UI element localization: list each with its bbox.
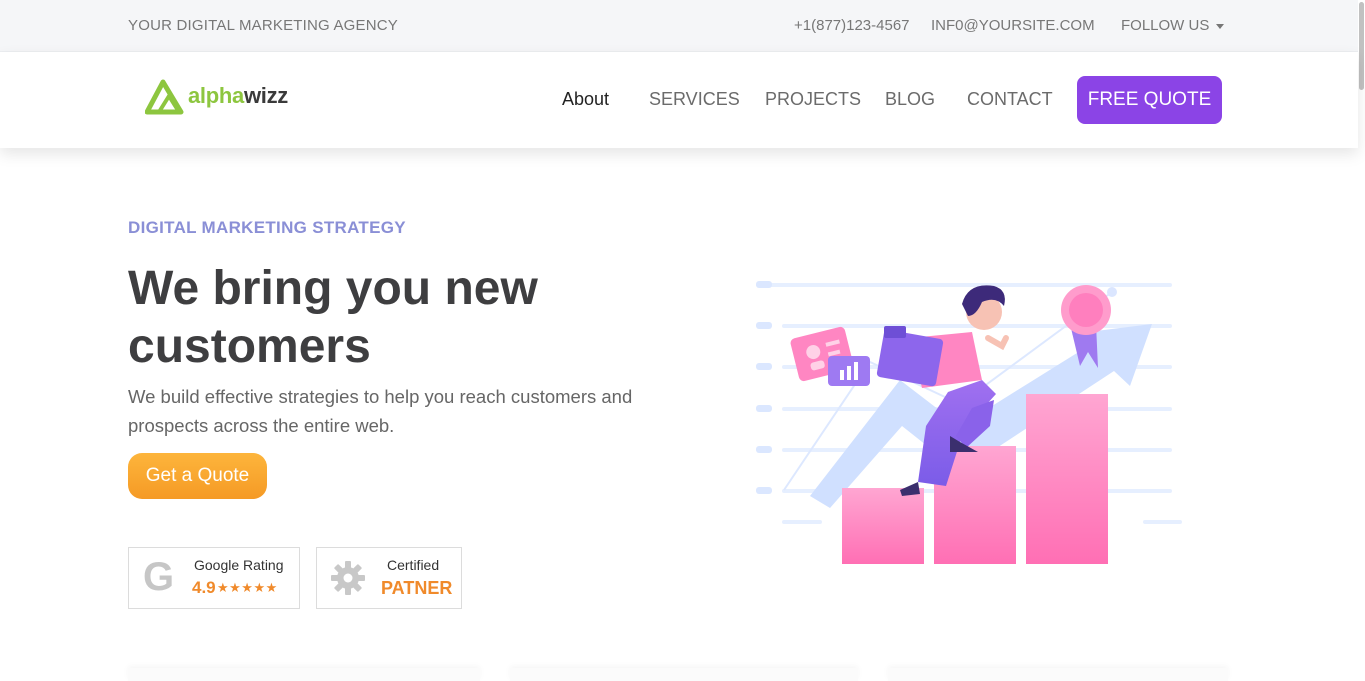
page-scrollbar[interactable] [1358, 0, 1365, 681]
nav-item-services[interactable]: SERVICES [649, 89, 740, 110]
nav-item-about[interactable]: About [562, 89, 609, 110]
brand-name-part2: wizz [243, 83, 288, 108]
nav-item-blog[interactable]: BLOG [885, 89, 935, 110]
growth-illustration [756, 281, 1182, 564]
phone-link[interactable]: +1(877)123-4567 [794, 17, 910, 34]
follow-us-label: FOLLOW US [1121, 17, 1210, 34]
nav-item-projects[interactable]: PROJECTS [765, 89, 861, 110]
scrollbar-thumb[interactable] [1359, 2, 1364, 90]
service-card [888, 668, 1228, 681]
follow-us-dropdown[interactable]: FOLLOW US [1121, 17, 1225, 34]
gear-icon [331, 561, 365, 595]
brand-name-part1: alpha [188, 83, 244, 108]
google-rating-label: Google Rating [194, 557, 284, 573]
chevron-down-icon [1216, 23, 1225, 29]
hero-subtext: We build effective strategies to help yo… [128, 386, 633, 436]
free-quote-button[interactable]: FREE QUOTE [1077, 76, 1222, 124]
service-cards-row [128, 668, 1228, 681]
partner-value: PATNER [381, 578, 453, 598]
get-a-quote-button[interactable]: Get a Quote [128, 453, 267, 499]
hero-headline: We bring you new customers [128, 262, 538, 373]
hero-eyebrow: DIGITAL MARKETING STRATEGY [128, 218, 406, 237]
certified-partner-badge: Certified PATNER [316, 547, 462, 609]
rating-stars: ★★★★★ [217, 580, 278, 595]
google-g-icon: G [143, 555, 175, 599]
certified-label: Certified [387, 557, 440, 573]
google-rating-badge: G Google Rating 4.9 ★★★★★ [128, 547, 300, 609]
google-rating-value: 4.9 [192, 578, 216, 597]
nav-item-contact[interactable]: CONTACT [967, 89, 1053, 110]
email-link[interactable]: INF0@YOURSITE.COM [931, 17, 1095, 34]
brand-logo-text[interactable]: alphawizz [188, 83, 288, 109]
top-info-bar: YOUR DIGITAL MARKETING AGENCY +1(877)123… [0, 0, 1358, 52]
service-card [128, 668, 480, 681]
main-navbar: alphawizz About SERVICES PROJECTS BLOG C… [0, 52, 1358, 148]
service-card [510, 668, 858, 681]
agency-tagline: YOUR DIGITAL MARKETING AGENCY [128, 17, 399, 34]
